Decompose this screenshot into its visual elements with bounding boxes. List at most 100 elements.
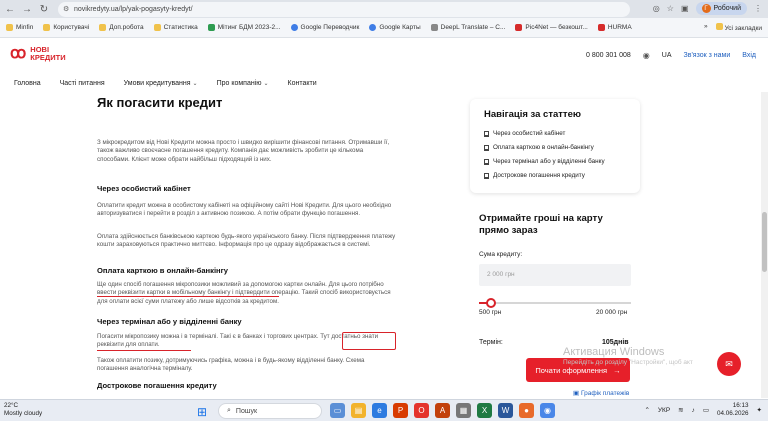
toc-item[interactable]: Через особистий кабінет <box>484 130 626 137</box>
pdf-icon[interactable]: A <box>435 403 450 418</box>
hurma-icon <box>597 24 605 31</box>
contact-link[interactable]: Зв'язок з нами <box>684 52 731 59</box>
task-view-icon[interactable]: ▭ <box>330 403 345 418</box>
section-heading: Оплата карткою в онлайн-банкінгу <box>97 266 229 275</box>
bookmark-item[interactable]: DeepL Translate – С... <box>430 24 505 31</box>
powerpoint-icon[interactable]: P <box>393 403 408 418</box>
notifications-icon[interactable]: ✦ <box>757 406 762 414</box>
back-icon[interactable]: ← <box>3 2 17 16</box>
nav-item-conditions[interactable]: Умови кредитування ⌄ <box>124 80 198 87</box>
language-indicator[interactable]: УКР <box>658 407 670 414</box>
bookmark-item[interactable]: Доп.робота <box>99 24 144 31</box>
nav-item-about[interactable]: Про компанію ⌄ <box>217 80 269 87</box>
url-text: novikredyty.ua/lp/yak-pogasyty-kredyt/ <box>74 6 193 13</box>
section-heading: Через термінал або у відділенні банку <box>97 317 242 326</box>
bookmark-item[interactable]: Google Переводчик <box>290 24 359 31</box>
login-link[interactable]: Вхід <box>742 52 756 59</box>
activation-watermark-sub: Перейдіть до розділу "Настройки", щоб ак… <box>563 359 693 366</box>
toc-title: Навігація за статтею <box>484 109 581 120</box>
bookmark-item[interactable]: Статистика <box>153 24 198 31</box>
wifi-icon[interactable]: ≋ <box>678 406 683 414</box>
amount-input[interactable]: 2 000 грн <box>479 264 631 286</box>
language-switch[interactable]: UA <box>662 52 672 59</box>
translate-icon <box>290 24 298 31</box>
profile-label: Робочий <box>713 5 741 12</box>
scrollbar-thumb[interactable] <box>762 212 767 272</box>
folder-icon <box>715 23 723 30</box>
opera-icon[interactable]: O <box>414 403 429 418</box>
term-value: 105днів <box>602 339 629 346</box>
edge-icon[interactable]: e <box>372 403 387 418</box>
accessibility-eye-icon[interactable]: ◉ <box>643 51 650 60</box>
menu-icon[interactable]: ⋮ <box>754 4 762 13</box>
volume-icon[interactable]: ♪ <box>692 407 695 414</box>
folder-icon <box>99 24 107 31</box>
chevron-up-icon[interactable]: ⌃ <box>644 406 649 414</box>
file-explorer-icon[interactable]: ▤ <box>351 403 366 418</box>
more-bookmarks[interactable]: » <box>704 23 708 32</box>
main-nav: Головна Часті питання Умови кредитування… <box>0 74 768 92</box>
chat-icon[interactable]: ✉ <box>717 352 741 376</box>
avatar: Г <box>701 4 711 13</box>
taskbar-search[interactable]: ⌕ Пошук <box>218 403 322 419</box>
bookmarks-bar: Minfin Користувачі Доп.робота Статистика… <box>0 18 768 38</box>
section-paragraph: Також оплатити позику, дотримуючись граф… <box>97 357 365 373</box>
screenshot-icon[interactable]: ◎ <box>653 4 660 13</box>
folder-icon <box>43 24 51 31</box>
bookmark-item[interactable]: Minfin <box>6 24 33 31</box>
all-bookmarks[interactable]: Усі закладки <box>715 23 762 32</box>
forward-icon[interactable]: → <box>20 2 34 16</box>
toc-item[interactable]: Дострокове погашення кредиту <box>484 172 626 179</box>
toc-item[interactable]: Оплата карткою в онлайн-банкінгу <box>484 144 626 151</box>
highlight-underline <box>97 296 279 297</box>
extensions-icon[interactable]: ▣ <box>681 4 689 13</box>
search-icon: ⌕ <box>227 407 231 414</box>
amount-label: Сума кредиту: <box>479 251 523 258</box>
app-icon[interactable]: ▦ <box>456 403 471 418</box>
logo-line2: КРЕДИТИ <box>30 53 66 62</box>
toc-item[interactable]: Через термінал або у відділенні банку <box>484 158 626 165</box>
firefox-icon[interactable]: ● <box>519 403 534 418</box>
clock[interactable]: 16:13 04.06.2026 <box>717 402 749 418</box>
excel-icon[interactable]: X <box>477 403 492 418</box>
amount-slider[interactable] <box>479 302 631 304</box>
system-tray: ⌃ УКР ≋ ♪ ▭ 16:13 04.06.2026 ✦ <box>644 402 762 418</box>
taskbar: 22°C Mostly cloudy ⊞ ⌕ Пошук ▭ ▤ e P O A … <box>0 399 768 421</box>
reload-icon[interactable]: ↻ <box>37 2 51 16</box>
page-scrollbar[interactable] <box>761 92 768 398</box>
weather-widget[interactable]: 22°C Mostly cloudy <box>4 402 42 418</box>
phone-number[interactable]: 0 800 301 008 <box>586 52 631 59</box>
windows-start-icon[interactable]: ⊞ <box>197 405 207 419</box>
pic-icon <box>515 24 523 31</box>
bookmark-item[interactable]: Google Карты <box>369 24 421 31</box>
bookmark-item[interactable]: HURMA <box>597 24 632 31</box>
slider-max-label: 20 000 грн <box>596 309 628 316</box>
nav-item-home[interactable]: Головна <box>14 80 41 87</box>
section-paragraph: Оплатити кредит можна в особистому кабін… <box>97 202 392 218</box>
word-icon[interactable]: W <box>498 403 513 418</box>
nav-item-faq[interactable]: Часті питання <box>60 80 105 87</box>
calendar-icon: ▣ <box>573 390 580 397</box>
chevron-down-icon: ⌄ <box>192 80 198 87</box>
bookmark-icon <box>484 130 489 137</box>
section-heading: Дострокове погашення кредиту <box>97 381 217 390</box>
profile-button[interactable]: Г Робочий <box>695 2 747 15</box>
amount-slider-handle[interactable] <box>486 298 497 308</box>
doc-icon <box>207 24 215 31</box>
bookmark-item[interactable]: Користувачі <box>43 24 89 31</box>
payment-schedule-link[interactable]: ▣ Графік платежів <box>573 389 629 397</box>
bookmark-star-icon[interactable]: ☆ <box>667 4 674 13</box>
site-info-icon[interactable]: ⚙ <box>63 5 69 13</box>
bookmark-item[interactable]: Pic4Net — безкошт... <box>515 24 588 31</box>
logo-mark-icon: ꝏ <box>10 45 27 62</box>
bookmark-icon <box>484 144 489 151</box>
address-bar[interactable]: ⚙ novikredyty.ua/lp/yak-pogasyty-kredyt/ <box>58 2 630 17</box>
intro-paragraph: З мікрокредитом від Нові Кредити можна п… <box>97 139 390 163</box>
arrow-right-icon: → <box>613 365 621 375</box>
logo[interactable]: ꝏ НОВІ КРЕДИТИ <box>10 46 66 62</box>
bookmark-icon <box>484 172 489 179</box>
bookmark-item[interactable]: Мітинг БДМ 2023-2... <box>207 24 281 31</box>
chrome-icon[interactable]: ◉ <box>540 403 555 418</box>
nav-item-contacts[interactable]: Контакти <box>288 80 317 87</box>
battery-icon[interactable]: ▭ <box>703 406 709 414</box>
